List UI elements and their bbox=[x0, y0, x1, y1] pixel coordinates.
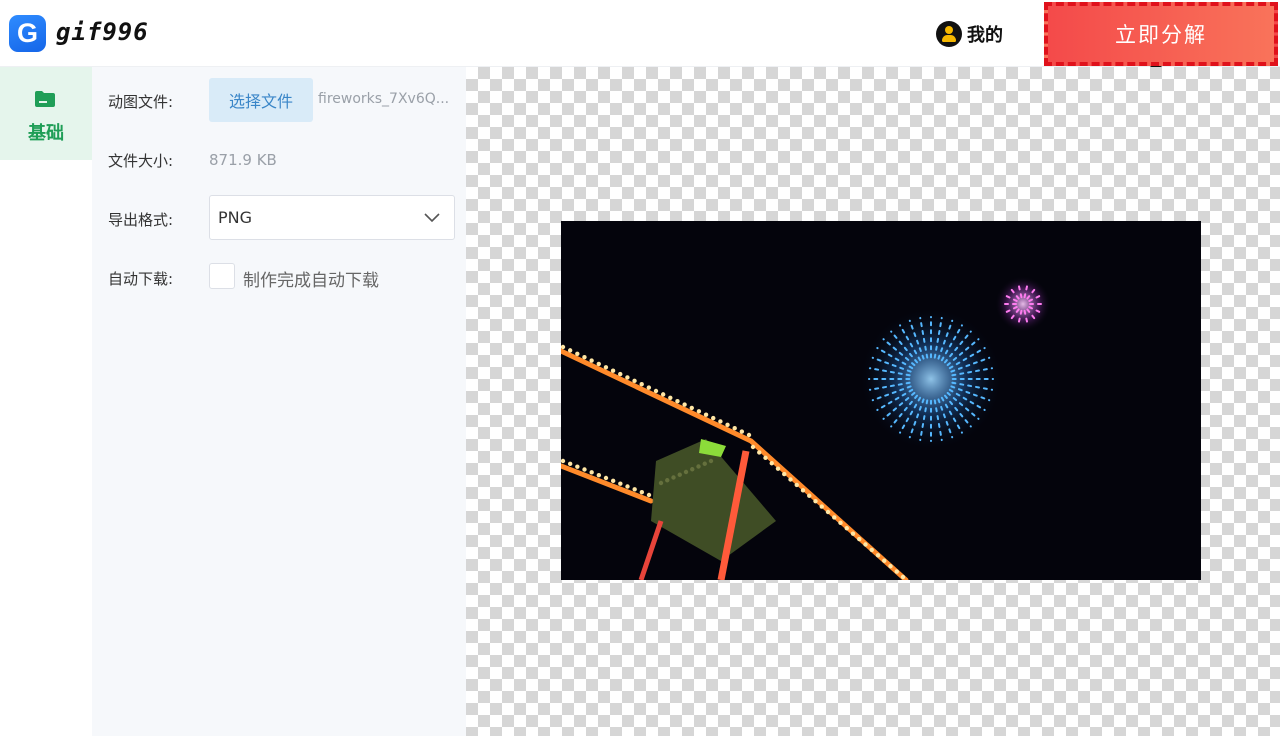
settings-panel: 动图文件: 选择文件 fireworks_7Xv6Q... 文件大小: 871.… bbox=[92, 67, 466, 736]
tab-basic-label: 基础 bbox=[28, 123, 64, 144]
app-header: G gif996 我的 立即分解 bbox=[0, 0, 1280, 67]
tab-bar: 基础 bbox=[0, 67, 92, 736]
auto-download-checkbox-label[interactable]: 制作完成自动下载 bbox=[243, 266, 379, 291]
file-name: fireworks_7Xv6Q... bbox=[318, 91, 450, 107]
preview-canvas bbox=[466, 67, 1280, 736]
folder-icon bbox=[35, 91, 55, 107]
user-menu[interactable]: 我的 bbox=[936, 20, 1003, 48]
format-label: 导出格式: bbox=[108, 211, 174, 229]
file-label: 动图文件: bbox=[108, 93, 174, 111]
auto-download-checkbox[interactable] bbox=[209, 263, 235, 289]
choose-file-button[interactable]: 选择文件 bbox=[209, 78, 313, 122]
app-name: gif996 bbox=[56, 18, 149, 46]
format-select-value: PNG bbox=[218, 208, 253, 227]
chevron-down-icon bbox=[424, 213, 440, 223]
size-label: 文件大小: bbox=[108, 152, 174, 170]
user-avatar-icon bbox=[936, 21, 962, 47]
fireworks-preview-image bbox=[561, 221, 1201, 580]
tab-basic[interactable]: 基础 bbox=[0, 67, 92, 160]
decompose-now-button[interactable]: 立即分解 bbox=[1044, 2, 1278, 66]
auto-download-label: 自动下载: bbox=[108, 270, 174, 288]
user-label: 我的 bbox=[967, 25, 1003, 46]
file-size-value: 871.9 KB bbox=[209, 151, 277, 169]
logo-icon: G bbox=[9, 15, 46, 52]
format-select[interactable]: PNG bbox=[209, 195, 455, 240]
